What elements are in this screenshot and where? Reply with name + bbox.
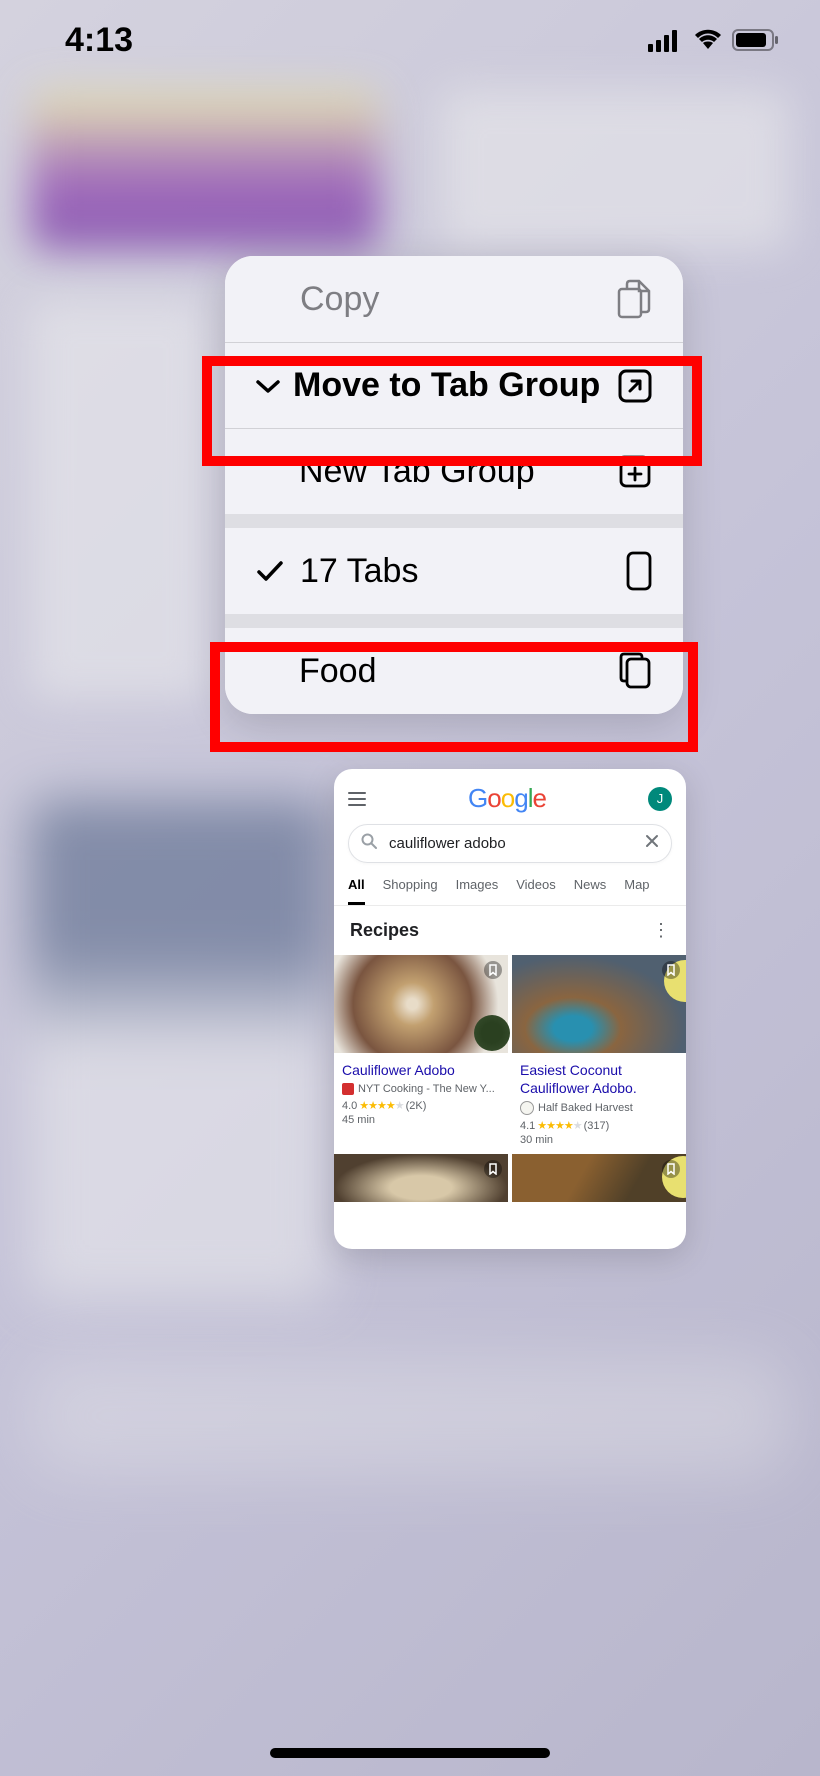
menu-item-food[interactable]: Food xyxy=(225,628,683,714)
recipe-source: NYT Cooking - The New Y... xyxy=(334,1083,508,1095)
stars-icon: ★★★★★ xyxy=(359,1099,403,1112)
menu-item-label: 17 Tabs xyxy=(300,552,613,591)
new-tab-group-icon xyxy=(613,454,653,490)
menu-item-label: Copy xyxy=(300,280,613,319)
search-icon xyxy=(361,833,377,854)
recipe-image xyxy=(334,955,508,1053)
recipe-card[interactable]: Cauliflower Adobo NYT Cooking - The New … xyxy=(334,955,508,1154)
menu-item-label: New Tab Group xyxy=(255,452,613,491)
search-tab-news[interactable]: News xyxy=(574,877,607,905)
menu-item-17-tabs[interactable]: 17 Tabs xyxy=(225,528,683,614)
tab-preview-header: Google J xyxy=(334,769,686,824)
search-tab-all[interactable]: All xyxy=(348,877,365,905)
google-logo: Google xyxy=(468,783,546,814)
copy-icon xyxy=(613,279,653,319)
source-icon xyxy=(520,1101,534,1115)
recipes-grid: Cauliflower Adobo NYT Cooking - The New … xyxy=(334,955,686,1154)
search-box[interactable] xyxy=(348,824,672,863)
recipe-image[interactable] xyxy=(334,1154,508,1202)
recipes-title: Recipes xyxy=(350,920,419,941)
menu-item-label: Move to Tab Group xyxy=(293,366,613,405)
context-menu: Copy Move to Tab Group New Tab Group 17 … xyxy=(225,256,683,714)
tab-group-icon xyxy=(613,651,653,691)
recipe-source: Half Baked Harvest xyxy=(512,1101,686,1115)
more-icon[interactable]: ⋮ xyxy=(652,920,670,941)
recipe-time: 30 min xyxy=(512,1132,686,1154)
background-tab-blur xyxy=(30,1356,790,1476)
wifi-icon xyxy=(692,28,724,52)
stars-icon: ★★★★★ xyxy=(537,1119,581,1132)
status-icons xyxy=(648,28,780,52)
status-time: 4:13 xyxy=(65,21,133,60)
recipe-rating: 4.0 ★★★★★ (2K) xyxy=(334,1095,508,1112)
bookmark-icon[interactable] xyxy=(662,961,680,979)
checkmark-icon xyxy=(255,558,300,584)
bookmark-icon[interactable] xyxy=(484,1160,502,1178)
bookmark-icon[interactable] xyxy=(484,961,502,979)
search-tab-images[interactable]: Images xyxy=(456,877,499,905)
home-indicator[interactable] xyxy=(270,1748,550,1758)
menu-separator xyxy=(225,614,683,628)
menu-separator xyxy=(225,514,683,528)
search-tab-videos[interactable]: Videos xyxy=(516,877,556,905)
hamburger-menu-icon[interactable] xyxy=(348,792,366,806)
background-tab-blur xyxy=(440,90,790,250)
recipe-rating: 4.1 ★★★★★ (317) xyxy=(512,1115,686,1132)
cellular-signal-icon xyxy=(648,28,684,52)
recipe-image xyxy=(512,955,686,1053)
open-icon xyxy=(613,368,653,404)
recipes-grid-row2 xyxy=(334,1154,686,1202)
device-icon xyxy=(613,551,653,591)
recipe-title: Cauliflower Adobo xyxy=(334,1053,508,1083)
source-icon xyxy=(342,1083,354,1095)
recipe-time: 45 min xyxy=(334,1112,508,1134)
search-tabs: All Shopping Images Videos News Map xyxy=(334,863,686,905)
search-tab-shopping[interactable]: Shopping xyxy=(383,877,438,905)
recipe-card[interactable]: Easiest Coconut Cauliflower Adobo. Half … xyxy=(512,955,686,1154)
avatar[interactable]: J xyxy=(648,787,672,811)
menu-item-label: Food xyxy=(255,652,613,691)
recipe-title: Easiest Coconut Cauliflower Adobo. xyxy=(512,1053,686,1101)
menu-item-new-tab-group[interactable]: New Tab Group xyxy=(225,429,683,514)
recipe-image[interactable] xyxy=(512,1154,686,1202)
tab-preview[interactable]: Google J All Shopping Images Videos News… xyxy=(334,769,686,1249)
status-bar: 4:13 xyxy=(0,0,820,80)
search-input[interactable] xyxy=(387,834,635,853)
battery-icon xyxy=(732,28,780,52)
recipes-header: Recipes ⋮ xyxy=(334,906,686,955)
background-tab-blur xyxy=(30,90,380,250)
clear-icon[interactable] xyxy=(645,834,659,853)
menu-item-move-to-tab-group[interactable]: Move to Tab Group xyxy=(225,343,683,428)
search-tab-maps[interactable]: Map xyxy=(624,877,649,905)
menu-item-copy[interactable]: Copy xyxy=(225,256,683,342)
background-tab-blur xyxy=(30,300,210,700)
chevron-down-icon xyxy=(255,378,293,394)
background-tab-blur xyxy=(30,800,330,1300)
